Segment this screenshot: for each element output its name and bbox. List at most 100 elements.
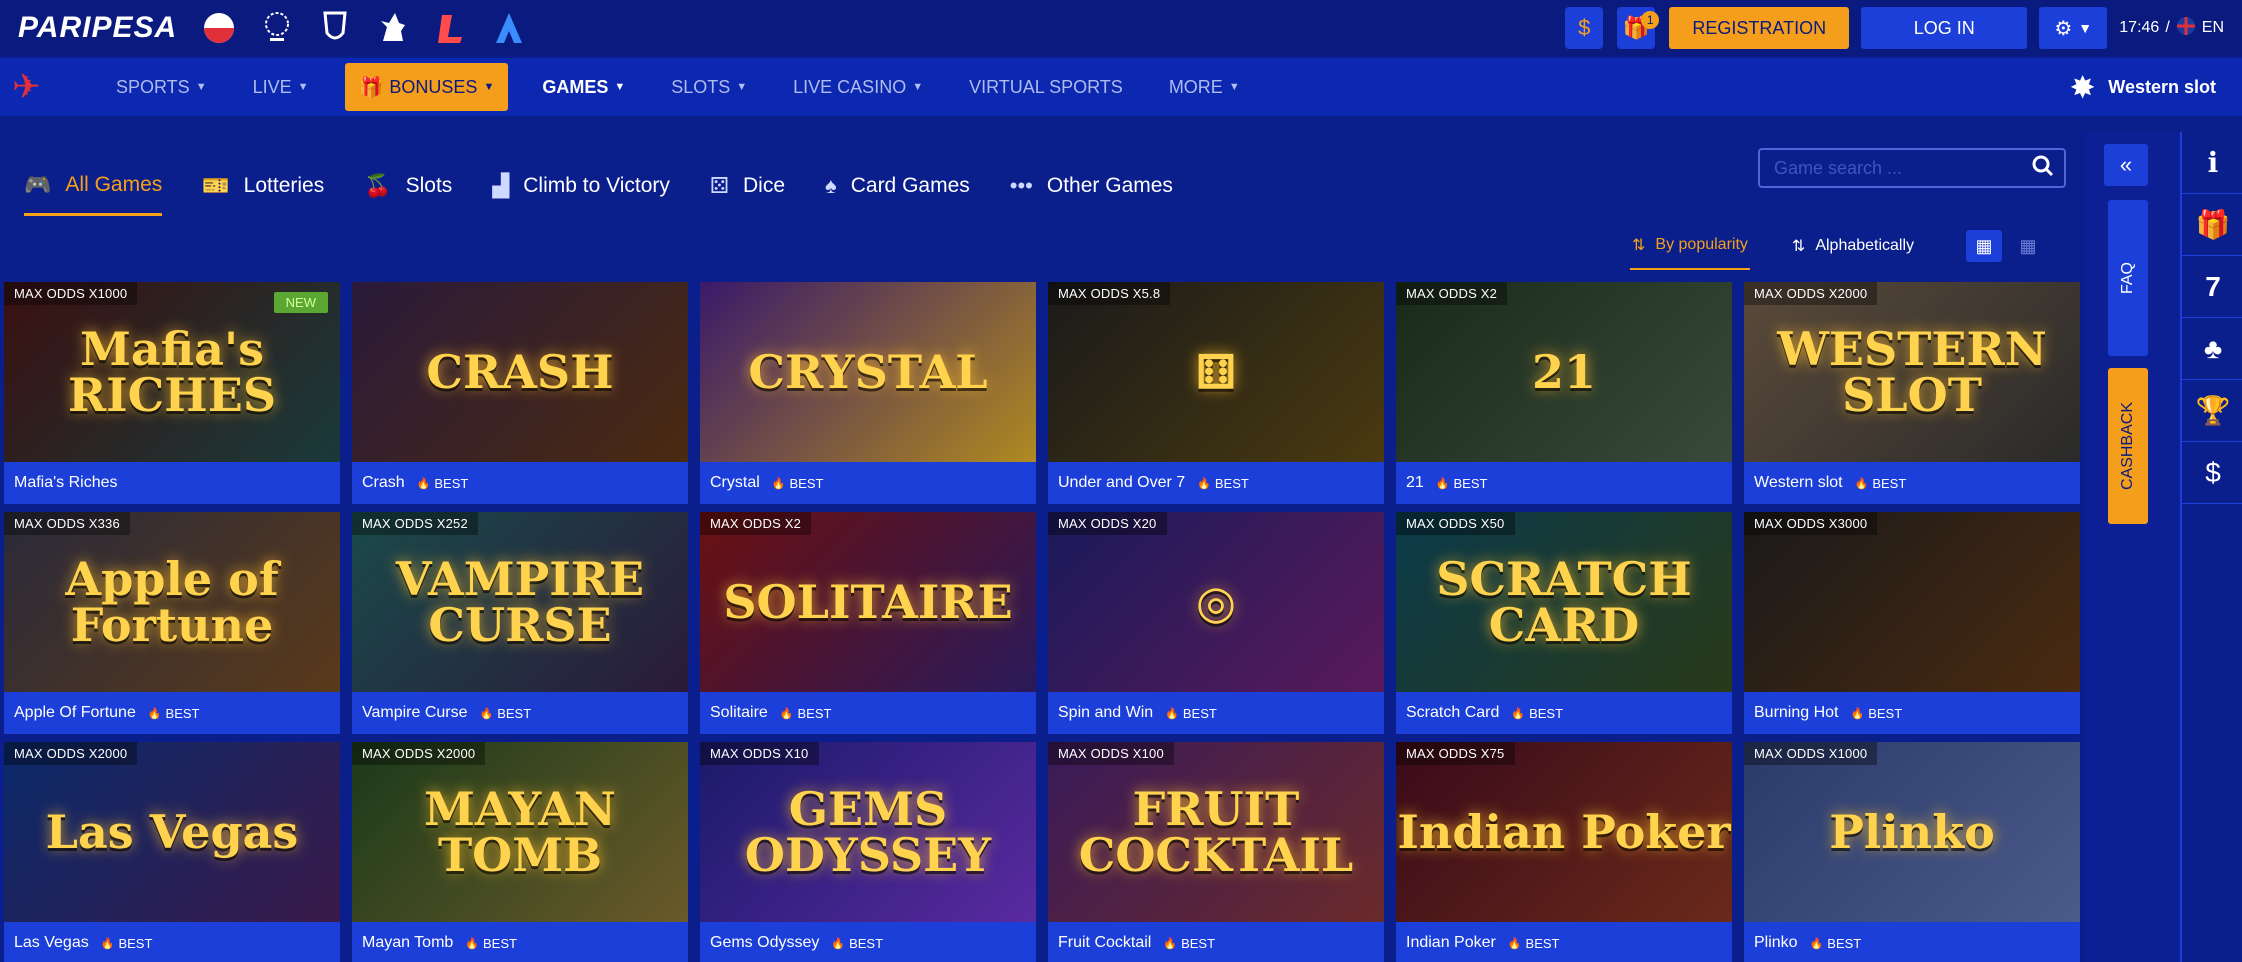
site-logo[interactable]: PARIPESA <box>18 11 177 45</box>
game-card[interactable]: Indian Poker MAX ODDS X75 Indian Poker 🔥 BES… <box>1396 742 1732 962</box>
grid-large-view-button[interactable]: ▦ <box>1966 230 2003 262</box>
game-card[interactable]: MAYAN TOMB MAX ODDS X2000 Mayan Tomb 🔥 BEST <box>352 742 688 962</box>
game-thumbnail[interactable]: Indian Poker MAX ODDS X75 <box>1396 742 1732 922</box>
nav-more[interactable]: MORE ▼ <box>1169 77 1240 98</box>
game-thumbnail[interactable]: FRUIT COCKTAIL MAX ODDS X100 <box>1048 742 1384 922</box>
cards-button[interactable]: ♣ <box>2182 318 2242 380</box>
gift-rail-button[interactable]: 🎁 <box>2182 194 2242 256</box>
tab-card-games[interactable]: ♠ Card Games <box>825 156 970 216</box>
game-card[interactable]: CRYSTAL Crystal 🔥 BEST <box>700 282 1036 504</box>
game-thumbnail[interactable]: VAMPIRE CURSE MAX ODDS X252 <box>352 512 688 692</box>
time-language[interactable]: 17:46 / EN <box>2119 16 2224 41</box>
gifts-button[interactable]: 🎁 1 <box>1617 7 1660 49</box>
faq-tab[interactable]: FAQ <box>2108 200 2148 356</box>
tab-lotteries[interactable]: 🎫 Lotteries <box>202 156 324 216</box>
collapse-button[interactable]: « <box>2104 144 2148 186</box>
nav-virtual-sports[interactable]: VIRTUAL SPORTS <box>969 77 1123 98</box>
current-game-link[interactable]: ✸ Western slot <box>2071 58 2216 116</box>
sort-by-popularity[interactable]: ⇅ By popularity <box>1630 222 1750 270</box>
game-card[interactable]: ⚅ MAX ODDS X5.8 Under and Over 7 🔥 BEST <box>1048 282 1384 504</box>
game-card[interactable]: 21 MAX ODDS X2 21 🔥 BEST <box>1396 282 1732 504</box>
game-thumbnail[interactable]: SOLITAIRE MAX ODDS X2 <box>700 512 1036 692</box>
game-art-title: SCRATCH CARD <box>1436 552 1692 652</box>
nav-sports[interactable]: SPORTS ▼ <box>116 77 207 98</box>
game-thumbnail[interactable]: Plinko MAX ODDS X1000 <box>1744 742 2080 922</box>
chevron-down-icon: ▼ <box>2078 20 2093 36</box>
game-thumbnail[interactable]: ◎ MAX ODDS X20 <box>1048 512 1384 692</box>
nav-bonuses[interactable]: 🎁 BONUSES ▼ <box>344 63 509 111</box>
tab-other-games[interactable]: ••• Other Games <box>1010 156 1173 216</box>
laliga-icon[interactable] <box>433 10 469 46</box>
game-card[interactable]: GEMS ODYSSEY MAX ODDS X10 Gems Odyssey 🔥 BES… <box>700 742 1036 962</box>
game-card[interactable]: Mafia's RICHES MAX ODDS X1000 NEW Mafia's R… <box>4 282 340 504</box>
clock-time: 17:46 <box>2119 19 2160 36</box>
cash-button[interactable]: $ <box>2182 442 2242 504</box>
flame-icon: 🔥 <box>779 707 794 720</box>
game-art-title: VAMPIRE CURSE <box>395 552 645 652</box>
info-button[interactable]: ℹ <box>2182 132 2242 194</box>
nav-live-casino[interactable]: LIVE CASINO ▼ <box>793 77 923 98</box>
game-card[interactable]: ◎ MAX ODDS X20 Spin and Win 🔥 BEST <box>1048 512 1384 734</box>
best-label: BEST <box>1827 935 1862 951</box>
search-input[interactable] <box>1774 157 2014 179</box>
sort-alphabetically[interactable]: ⇅ Alphabetically <box>1790 222 1916 270</box>
game-card[interactable]: WESTERN SLOT MAX ODDS X2000 Western slot 🔥 B… <box>1744 282 2080 504</box>
europa-league-icon[interactable] <box>317 10 353 46</box>
max-odds-label: MAX ODDS X100 <box>1048 742 1174 765</box>
dots-icon: ••• <box>1009 173 1033 198</box>
game-footer: Burning Hot 🔥 BEST <box>1744 692 2080 734</box>
tab-climb-to-victory[interactable]: ▟ Climb to Victory <box>492 156 670 216</box>
grid-small-view-button[interactable]: ▦ <box>2010 230 2046 262</box>
faq-label: FAQ <box>2118 261 2136 295</box>
game-thumbnail[interactable]: 21 MAX ODDS X2 <box>1396 282 1732 462</box>
nav-games[interactable]: GAMES ▼ <box>542 77 625 98</box>
flag-poland-icon[interactable] <box>201 10 237 46</box>
flame-icon: 🔥 <box>1809 937 1824 950</box>
game-thumbnail[interactable]: Las Vegas MAX ODDS X2000 <box>4 742 340 922</box>
game-card[interactable]: SCRATCH CARD MAX ODDS X50 Scratch Card 🔥 BES… <box>1396 512 1732 734</box>
game-card[interactable]: FRUIT COCKTAIL MAX ODDS X100 Fruit Cocktai… <box>1048 742 1384 962</box>
trophy-button[interactable]: 🏆 <box>2182 380 2242 442</box>
game-card[interactable]: MAX ODDS X3000 Burning Hot 🔥 BEST <box>1744 512 2080 734</box>
premier-league-icon[interactable] <box>375 10 411 46</box>
best-label: BEST <box>434 475 469 491</box>
game-art-title: MAYAN TOMB <box>424 782 616 882</box>
tab-label: Slots <box>405 174 453 197</box>
tab-all-games[interactable]: 🎮 All Games <box>24 156 163 216</box>
game-thumbnail[interactable]: ⚅ MAX ODDS X5.8 <box>1048 282 1384 462</box>
settings-button[interactable]: ⚙ ▼ <box>2039 7 2108 49</box>
seven-button[interactable]: 7 <box>2182 256 2242 318</box>
tab-slots[interactable]: 🍒 Slots <box>364 156 452 216</box>
game-thumbnail[interactable]: WESTERN SLOT MAX ODDS X2000 <box>1744 282 2080 462</box>
flame-icon: 🔥 <box>1850 707 1865 720</box>
game-thumbnail[interactable]: CRYSTAL <box>700 282 1036 462</box>
nav-slots[interactable]: SLOTS ▼ <box>671 77 747 98</box>
deposit-button[interactable]: $ <box>1565 7 1604 49</box>
game-card[interactable]: Apple of Fortune MAX ODDS X336 Apple Of Fo… <box>4 512 340 734</box>
game-card[interactable]: CRASH Crash 🔥 BEST <box>352 282 688 504</box>
serie-a-icon[interactable] <box>491 10 527 46</box>
game-thumbnail[interactable]: MAYAN TOMB MAX ODDS X2000 <box>352 742 688 922</box>
game-name: Crystal <box>710 474 760 491</box>
game-thumbnail[interactable]: Apple of Fortune MAX ODDS X336 <box>4 512 340 692</box>
search-icon[interactable] <box>2032 155 2054 182</box>
game-thumbnail[interactable]: SCRATCH CARD MAX ODDS X50 <box>1396 512 1732 692</box>
registration-button[interactable]: REGISTRATION <box>1669 7 1850 49</box>
game-card[interactable]: Las Vegas MAX ODDS X2000 Las Vegas 🔥 BEST <box>4 742 340 962</box>
game-art-title: Apple of Fortune <box>65 552 279 652</box>
game-card[interactable]: Plinko MAX ODDS X1000 Plinko 🔥 BEST <box>1744 742 2080 962</box>
game-thumbnail[interactable]: GEMS ODYSSEY MAX ODDS X10 <box>700 742 1036 922</box>
game-thumbnail[interactable]: MAX ODDS X3000 <box>1744 512 2080 692</box>
aviator-plane-icon[interactable]: ✈ <box>12 67 92 107</box>
cashback-tab[interactable]: CASHBACK <box>2108 368 2148 524</box>
game-card[interactable]: SOLITAIRE MAX ODDS X2 Solitaire 🔥 BEST <box>700 512 1036 734</box>
flame-icon: 🔥 <box>831 937 846 950</box>
nav-live[interactable]: LIVE ▼ <box>253 77 309 98</box>
game-thumbnail[interactable]: CRASH <box>352 282 688 462</box>
tab-dice[interactable]: ⚄ Dice <box>710 156 785 216</box>
game-thumbnail[interactable]: Mafia's RICHES MAX ODDS X1000 NEW <box>4 282 340 462</box>
game-card[interactable]: VAMPIRE CURSE MAX ODDS X252 Vampire Curse 🔥… <box>352 512 688 734</box>
best-badge: 🔥 BEST <box>1511 706 1563 721</box>
login-button[interactable]: LOG IN <box>1861 7 2028 49</box>
champions-league-icon[interactable] <box>259 10 295 46</box>
